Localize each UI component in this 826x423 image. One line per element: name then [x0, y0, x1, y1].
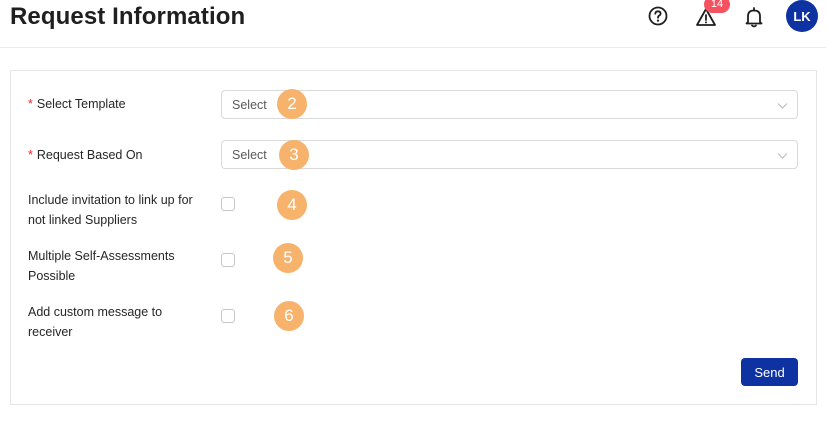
custom-message-label-line2: receiver: [28, 325, 73, 339]
request-based-on-label: * Request Based On: [28, 145, 143, 165]
custom-message-checkbox[interactable]: [221, 309, 235, 323]
alert-count-badge: 14: [704, 0, 730, 13]
include-invitation-label: Include invitation to link up for not li…: [28, 190, 193, 230]
help-icon[interactable]: [647, 5, 669, 27]
step-marker-2: 2: [277, 89, 307, 119]
required-mark: *: [28, 148, 33, 162]
multiple-self-assessments-label-line2: Possible: [28, 269, 76, 283]
multiple-self-assessments-checkbox[interactable]: [221, 253, 235, 267]
step-marker-3: 3: [279, 140, 309, 170]
bell-icon[interactable]: [742, 5, 766, 29]
request-based-on-value: Select: [232, 148, 267, 162]
avatar[interactable]: LK: [786, 0, 818, 32]
select-template-dropdown[interactable]: Select: [221, 90, 798, 119]
step-marker-5: 5: [273, 243, 303, 273]
step-marker-6: 6: [274, 301, 304, 331]
chevron-down-icon: [777, 103, 788, 109]
required-mark: *: [28, 97, 33, 111]
select-template-value: Select: [232, 98, 267, 112]
custom-message-label-line1: Add custom message to: [28, 305, 163, 319]
page-title: Request Information: [10, 3, 246, 30]
multiple-self-assessments-label: Multiple Self-Assessments Possible: [28, 246, 175, 286]
header: Request Information 14 LK: [0, 0, 826, 48]
select-template-label-text: Select Template: [36, 97, 126, 111]
custom-message-label: Add custom message to receiver: [28, 302, 162, 342]
request-based-on-label-text: Request Based On: [36, 148, 143, 162]
select-template-label: * Select Template: [28, 94, 126, 114]
include-invitation-label-line2: not linked Suppliers: [28, 213, 138, 227]
request-form-card: [10, 70, 817, 405]
send-button[interactable]: Send: [741, 358, 798, 386]
include-invitation-label-line1: Include invitation to link up for: [28, 193, 193, 207]
chevron-down-icon: [777, 153, 788, 159]
step-marker-4: 4: [277, 190, 307, 220]
multiple-self-assessments-label-line1: Multiple Self-Assessments: [28, 249, 175, 263]
include-invitation-checkbox[interactable]: [221, 197, 235, 211]
